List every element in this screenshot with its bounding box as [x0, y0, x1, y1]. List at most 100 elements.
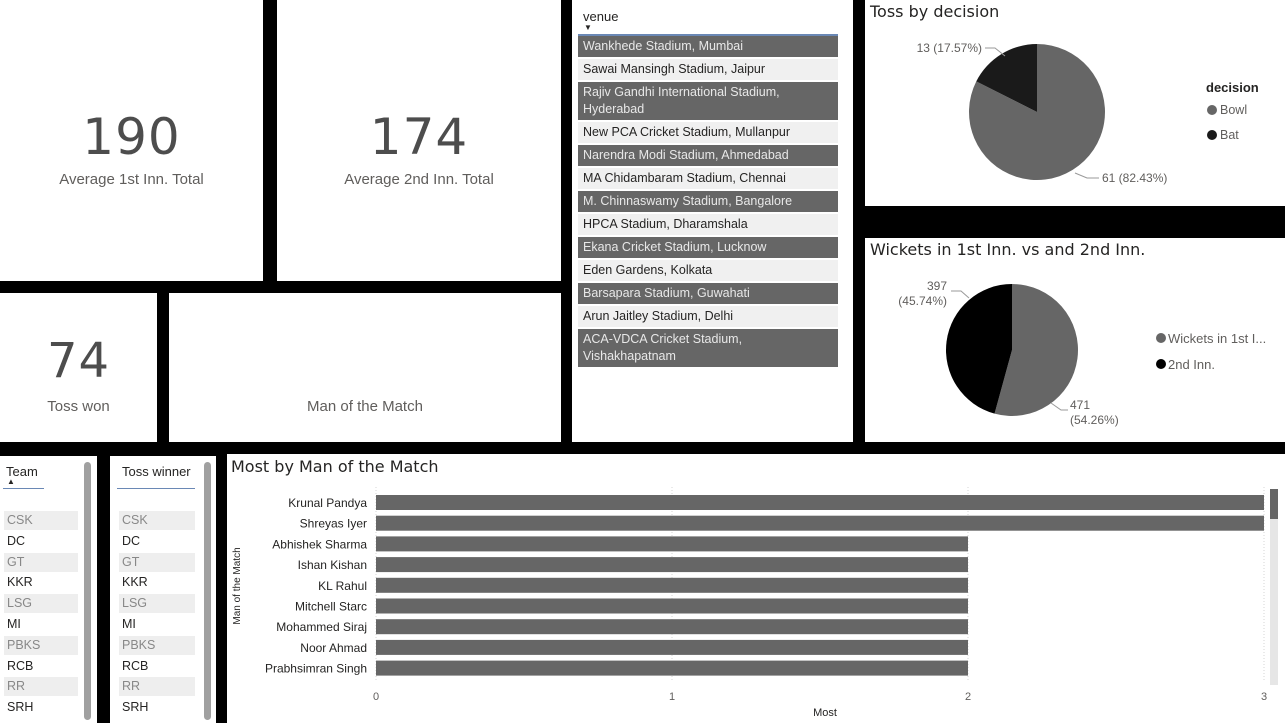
slicer-item[interactable]: LSG: [119, 594, 195, 614]
venue-item[interactable]: Arun Jaitley Stadium, Delhi: [578, 306, 838, 327]
legend-item[interactable]: Wickets in 1st I...: [1168, 331, 1266, 346]
leader-line: [951, 290, 970, 299]
y-category-label: KL Rahul: [318, 579, 367, 593]
bar[interactable]: [376, 495, 1264, 510]
kpi-card-avg-second: 174 Average 2nd Inn. Total: [277, 0, 561, 281]
team-slicer[interactable]: Team ▲ CSK DC GT KKR LSG MI PBKS RCB RR SRH: [0, 456, 97, 723]
venue-item[interactable]: Barsapara Stadium, Guwahati: [578, 283, 838, 304]
slicer-item[interactable]: DC: [119, 532, 195, 551]
x-axis-title: Most: [813, 707, 837, 719]
venue-item[interactable]: M. Chinnaswamy Stadium, Bangalore: [578, 191, 838, 212]
venue-item[interactable]: ACA-VDCA Cricket Stadium, Vishakhapatnam: [578, 329, 838, 367]
toss-winner-slicer[interactable]: Toss winner CSK DC GT KKR LSG MI PBKS RCB RR SRH: [110, 456, 216, 723]
venue-item[interactable]: Sawai Mansingh Stadium, Jaipur: [578, 59, 838, 80]
slicer-item[interactable]: LSG: [4, 594, 78, 614]
venue-item[interactable]: New PCA Cricket Stadium, Mullanpur: [578, 122, 838, 143]
legend-item[interactable]: Bowl: [1220, 103, 1247, 117]
data-label: 471: [1070, 398, 1090, 412]
kpi-card-toss-won: 74 Toss won: [0, 293, 157, 442]
slicer-item[interactable]: RCB: [4, 657, 78, 676]
slicer-item[interactable]: MI: [4, 615, 78, 634]
bar[interactable]: [376, 515, 1264, 531]
legend-item[interactable]: Bat: [1220, 128, 1239, 142]
venue-item[interactable]: Ekana Cricket Stadium, Lucknow: [578, 237, 838, 258]
man-of-match-bar-chart: 0 1 2 3 Krunal Pandya Shreyas Iyer Abhishek Sh…: [232, 487, 1278, 719]
slicer-item[interactable]: RCB: [119, 657, 195, 676]
bar[interactable]: [376, 536, 968, 552]
y-category-label: Ishan Kishan: [298, 558, 367, 572]
slicer-title: venue: [583, 9, 619, 24]
slicer-item[interactable]: RR: [4, 677, 78, 697]
slicer-item[interactable]: CSK: [119, 511, 195, 530]
scrollbar[interactable]: [204, 462, 211, 720]
legend-title: decision: [1206, 80, 1259, 95]
bar[interactable]: [376, 577, 968, 593]
data-label: (45.74%): [898, 294, 947, 308]
legend-marker: [1207, 105, 1217, 115]
slicer-underline: [3, 488, 44, 489]
sort-arrow-icon[interactable]: ▼: [584, 23, 592, 32]
venue-item[interactable]: Rajiv Gandhi International Stadium, Hyde…: [578, 82, 838, 120]
scrollbar[interactable]: [84, 462, 91, 720]
slicer-item[interactable]: KKR: [119, 573, 195, 592]
slicer-item[interactable]: PBKS: [4, 635, 78, 655]
venue-item[interactable]: Eden Gardens, Kolkata: [578, 260, 838, 281]
x-tick-label: 2: [965, 691, 971, 703]
slicer-item[interactable]: SRH: [4, 698, 78, 717]
slicer-item[interactable]: KKR: [4, 573, 78, 592]
bar[interactable]: [376, 619, 968, 635]
bar[interactable]: [376, 639, 968, 655]
bar[interactable]: [376, 660, 968, 676]
legend-item[interactable]: 2nd Inn.: [1168, 357, 1215, 372]
venue-item[interactable]: Wankhede Stadium, Mumbai: [578, 36, 838, 57]
wickets-innings-pie-chart: 471(54.26%) 397(45.74%) Wickets in 1st I..…: [898, 279, 1266, 427]
kpi-label: Man of the Match: [307, 398, 423, 415]
x-tick-label: 3: [1261, 691, 1267, 703]
slicer-item[interactable]: CSK: [4, 511, 78, 530]
sort-arrow-icon[interactable]: ▲: [7, 477, 15, 486]
venue-list: Wankhede Stadium, Mumbai Sawai Mansingh S…: [578, 34, 838, 369]
y-category-label: Mitchell Starc: [295, 600, 367, 614]
slicer-item[interactable]: MI: [119, 615, 195, 634]
y-category-label: Noor Ahmad: [300, 641, 367, 655]
slicer-item[interactable]: GT: [4, 552, 78, 572]
kpi-label: Toss won: [47, 398, 110, 415]
x-tick-label: 0: [373, 691, 379, 703]
y-category-label: Abhishek Sharma: [272, 537, 367, 551]
slicer-underline: [117, 488, 195, 489]
bar[interactable]: [376, 557, 968, 573]
slicer-item[interactable]: DC: [4, 532, 78, 551]
data-label: 13 (17.57%): [917, 41, 982, 55]
venue-slicer[interactable]: venue ▼ Wankhede Stadium, Mumbai Sawai Ma…: [572, 0, 853, 442]
kpi-value: 74: [46, 333, 111, 389]
leader-line: [1074, 172, 1099, 179]
y-axis-title: Man of the Match: [232, 547, 243, 624]
slicer-item[interactable]: GT: [119, 552, 195, 572]
legend-marker: [1207, 130, 1217, 140]
slicer-item[interactable]: RR: [119, 677, 195, 697]
kpi-label: Average 2nd Inn. Total: [344, 171, 494, 188]
toss-decision-pie-chart: 61 (82.43%) 13 (17.57%) decision Bowl Bat: [917, 41, 1259, 185]
leader-line: [1050, 402, 1068, 411]
data-label: (54.26%): [1070, 413, 1119, 427]
data-label: 61 (82.43%): [1102, 171, 1167, 185]
slicer-title: Toss winner: [122, 464, 191, 479]
slicer-item[interactable]: SRH: [119, 698, 195, 717]
data-label: 397: [927, 279, 947, 293]
kpi-label: Average 1st Inn. Total: [59, 171, 204, 188]
y-category-label: Krunal Pandya: [288, 496, 367, 510]
venue-item[interactable]: Narendra Modi Stadium, Ahmedabad: [578, 145, 838, 166]
venue-item[interactable]: MA Chidambaram Stadium, Chennai: [578, 168, 838, 189]
venue-item[interactable]: HPCA Stadium, Dharamshala: [578, 214, 838, 235]
bar[interactable]: [376, 598, 968, 614]
kpi-card-avg-first: 190 Average 1st Inn. Total: [0, 0, 263, 281]
toss-by-decision-card: Toss by decision 61 (82.43%) 13 (17.57%) d…: [865, 0, 1285, 206]
legend-marker: [1156, 359, 1166, 369]
y-category-label: Mohammed Siraj: [276, 620, 367, 634]
kpi-value: 174: [369, 108, 469, 166]
slicer-item[interactable]: PBKS: [119, 635, 195, 655]
x-tick-label: 1: [669, 691, 675, 703]
wickets-innings-card: Wickets in 1st Inn. vs and 2nd Inn. 471(…: [865, 238, 1285, 442]
scrollbar-thumb[interactable]: [1270, 489, 1278, 519]
kpi-card-man-of-match: Man of the Match: [169, 293, 561, 442]
